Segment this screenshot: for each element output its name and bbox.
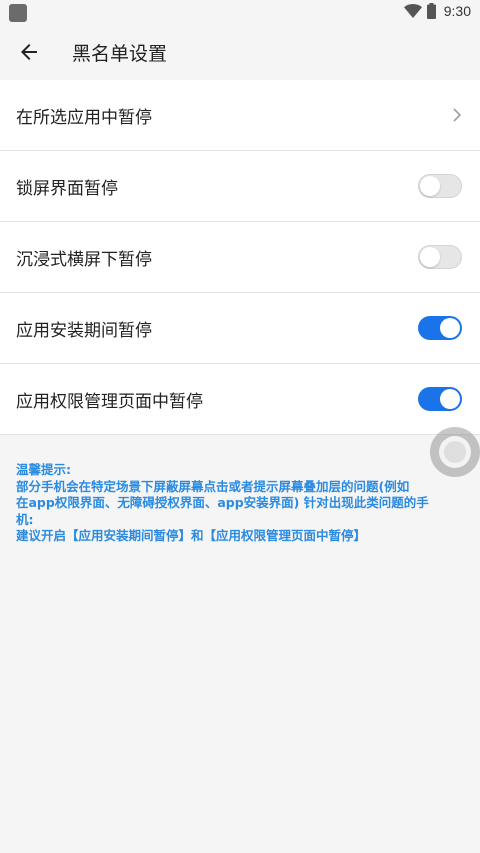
setting-pause-in-selected-apps[interactable]: 在所选应用中暂停	[0, 80, 480, 151]
floating-ball-button[interactable]	[430, 427, 480, 477]
toggle-knob	[420, 176, 440, 196]
status-bar: 9:30	[0, 0, 480, 25]
app-install-pause-toggle[interactable]	[418, 316, 462, 340]
chevron-right-icon	[453, 108, 462, 122]
arrow-left-icon[interactable]	[17, 40, 41, 64]
toggle-knob	[420, 247, 440, 267]
toggle-knob	[440, 389, 460, 409]
floating-ball-core	[444, 441, 466, 463]
setting-pause-in-permission-page: 应用权限管理页面中暂停	[0, 364, 480, 435]
setting-label: 应用安装期间暂停	[16, 320, 152, 341]
setting-pause-in-immersive-landscape: 沉浸式横屏下暂停	[0, 222, 480, 293]
permission-page-pause-toggle[interactable]	[418, 387, 462, 411]
tips-line: 部分手机会在特定场景下屏蔽屏幕点击或者提示屏幕叠加层的问题(例如	[16, 478, 410, 494]
setting-label: 在所选应用中暂停	[16, 107, 152, 128]
setting-label: 应用权限管理页面中暂停	[16, 391, 203, 412]
setting-pause-on-lockscreen: 锁屏界面暂停	[0, 151, 480, 222]
wifi-icon	[403, 4, 422, 18]
app-bar: 黑名单设置	[0, 25, 480, 80]
status-icons: 9:30	[403, 3, 471, 19]
setting-label: 沉浸式横屏下暂停	[16, 249, 152, 270]
toggle-knob	[440, 318, 460, 338]
battery-icon	[426, 3, 436, 19]
app-notification-icon	[9, 4, 27, 22]
lockscreen-pause-toggle[interactable]	[418, 174, 462, 198]
tips-line: 机:	[16, 511, 34, 527]
tips-heading: 温馨提示:	[16, 462, 71, 477]
tips-line: 建议开启【应用安装期间暂停】和【应用权限管理页面中暂停】	[16, 528, 367, 543]
page-title: 黑名单设置	[72, 43, 168, 65]
tips-section: 温馨提示: 部分手机会在特定场景下屏蔽屏幕点击或者提示屏幕叠加层的问题(例如 在…	[0, 435, 480, 545]
status-time: 9:30	[443, 3, 471, 19]
setting-label: 锁屏界面暂停	[16, 178, 118, 199]
immersive-landscape-pause-toggle[interactable]	[418, 245, 462, 269]
settings-list: 在所选应用中暂停 锁屏界面暂停 沉浸式横屏下暂停 应用安装期间暂停 应用权限管理…	[0, 80, 480, 435]
setting-pause-during-app-install: 应用安装期间暂停	[0, 293, 480, 364]
tips-line: 在app权限界面、无障碍授权界面、app安装界面) 针对出现此类问题的手	[16, 495, 429, 510]
